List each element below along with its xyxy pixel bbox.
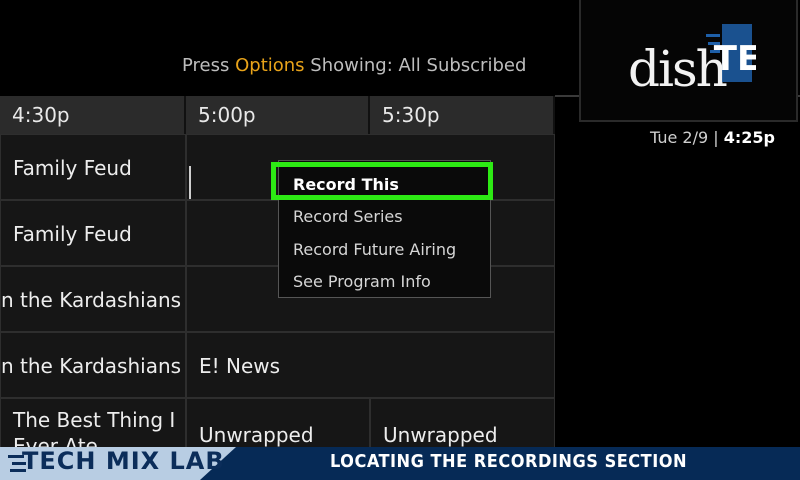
program-cell[interactable]: Family Feud [0,134,186,200]
hint-press: Press [182,55,230,76]
program-cell[interactable]: E! News [186,332,555,398]
menu-item-record-future-airing[interactable]: Record Future Airing [293,240,456,259]
time-slot-header: 5:30p [370,96,555,134]
menu-item-see-program-info[interactable]: See Program Info [293,272,431,291]
te-watermark-logo: TE [706,24,756,82]
time-slot-header: 5:00p [186,96,370,134]
time-slot-header: 4:30p [0,96,186,134]
article-section-title: LOCATING THE RECORDINGS SECTION [330,451,688,472]
svg-text:TE: TE [714,39,756,79]
program-cell[interactable]: n the Kardashians [0,332,186,398]
hint-options: Options [235,55,305,76]
grid-cursor [189,166,191,199]
date-label: Tue 2/9 [650,128,709,147]
separator: | [713,128,719,147]
current-datetime: Tue 2/9 | 4:25p [650,128,775,147]
program-cell[interactable]: Family Feud [0,200,186,266]
brand-name: TECH MIX LAB [22,447,225,475]
options-hint: Press Options Showing: All Subscribed [182,55,526,76]
hint-showing: Showing: All Subscribed [310,55,527,76]
menu-item-record-series[interactable]: Record Series [293,207,403,226]
time-label: 4:25p [723,128,775,147]
program-cell[interactable]: n the Kardashians [0,266,186,332]
selection-highlight [271,162,493,200]
